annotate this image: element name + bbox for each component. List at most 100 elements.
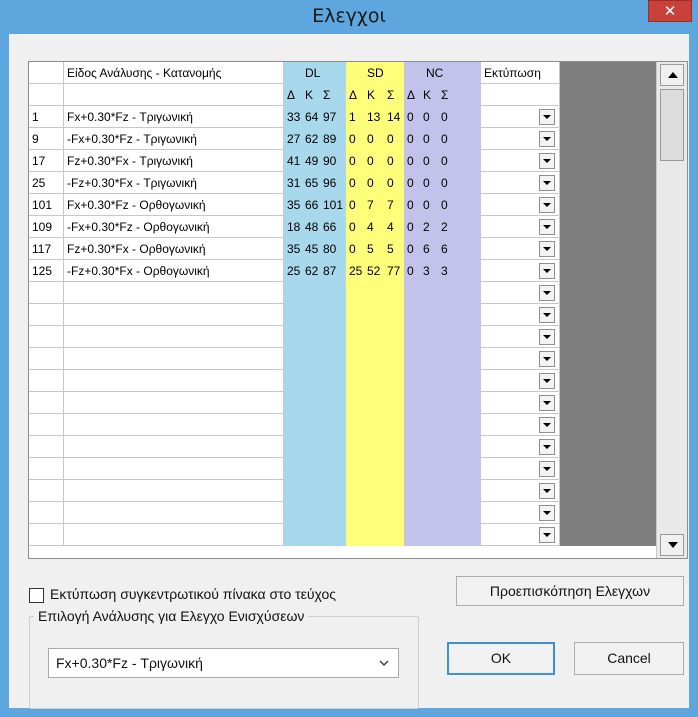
row-id-cell[interactable]: 109 [29,216,64,238]
row-name-cell[interactable]: -Fz+0.30*Fx - Ορθογωνική [64,260,284,282]
row-id-cell[interactable]: 17 [29,150,64,172]
row-id-cell[interactable]: 9 [29,128,64,150]
row-value-cell: 4 [384,216,404,238]
dropdown-arrow-icon[interactable] [539,483,555,499]
scroll-thumb[interactable] [660,89,684,161]
row-name-cell[interactable] [64,392,284,414]
row-name-cell[interactable]: Fz+0.30*Fx - Τριγωνική [64,150,284,172]
row-value-cell: 97 [320,106,346,128]
row-value-cell: 5 [384,238,404,260]
subheader-nc-d: Δ [404,84,420,106]
dropdown-arrow-icon[interactable] [539,351,555,367]
dropdown-arrow-icon[interactable] [539,461,555,477]
row-id-cell[interactable] [29,524,64,546]
row-value-cell: 3 [438,260,456,282]
row-name-cell[interactable] [64,414,284,436]
row-value-cell: 0 [438,172,456,194]
row-name-cell[interactable] [64,436,284,458]
row-name-cell[interactable] [64,304,284,326]
row-name-cell[interactable] [64,458,284,480]
row-id-cell[interactable] [29,502,64,524]
scroll-down-button[interactable] [660,534,684,556]
row-id-cell[interactable] [29,304,64,326]
row-value-cell: 0 [364,172,384,194]
dropdown-arrow-icon[interactable] [539,439,555,455]
row-id-cell[interactable]: 1 [29,106,64,128]
row-id-cell[interactable] [29,436,64,458]
row-name-cell[interactable]: Fx+0.30*Fz - Ορθογωνική [64,194,284,216]
dropdown-arrow-icon[interactable] [539,373,555,389]
scroll-up-button[interactable] [660,64,684,86]
close-button[interactable]: ✕ [648,0,692,22]
header-corner [29,62,64,84]
row-id-cell[interactable] [29,326,64,348]
dropdown-arrow-icon[interactable] [539,307,555,323]
scroll-up-icon [668,72,678,78]
row-name-cell[interactable] [64,348,284,370]
row-value-cell: 27 [284,128,302,150]
analysis-select[interactable]: Fx+0.30*Fz - Τριγωνική [48,648,399,678]
dropdown-arrow-icon[interactable] [539,153,555,169]
row-name-cell[interactable] [64,370,284,392]
subheader-sd-s: Σ [384,84,404,106]
summary-checkbox[interactable] [29,587,44,603]
row-name-cell[interactable]: Fz+0.30*Fx - Ορθογωνική [64,238,284,260]
dropdown-arrow-icon[interactable] [539,175,555,191]
checks-grid[interactable]: Είδος Ανάλυσης - Κατανομής DL SD NC Εκτύπωση… [28,61,688,559]
row-value-cell: 33 [284,106,302,128]
dropdown-arrow-icon[interactable] [539,263,555,279]
row-id-cell[interactable] [29,392,64,414]
row-id-cell[interactable] [29,370,64,392]
row-value-cell: 35 [284,194,302,216]
row-id-cell[interactable]: 117 [29,238,64,260]
dropdown-arrow-icon[interactable] [539,395,555,411]
summary-checkbox-label: Εκτύπωση συγκεντρωτικού πίνακα στο τεύχο… [50,586,337,602]
row-name-cell[interactable]: -Fx+0.30*Fz - Τριγωνική [64,128,284,150]
row-name-cell[interactable] [64,502,284,524]
row-value-cell: 31 [284,172,302,194]
row-id-cell[interactable]: 25 [29,172,64,194]
ok-button[interactable]: OK [447,642,555,675]
row-id-cell[interactable]: 125 [29,260,64,282]
row-value-cell: 6 [438,238,456,260]
row-id-cell[interactable]: 101 [29,194,64,216]
preview-button[interactable]: Προεπισκόπηση Ελεγχων [456,576,684,606]
row-name-cell[interactable]: -Fz+0.30*Fx - Τριγωνική [64,172,284,194]
row-name-cell[interactable] [64,524,284,546]
row-name-cell[interactable] [64,480,284,502]
dropdown-arrow-icon[interactable] [539,329,555,345]
cancel-button[interactable]: Cancel [574,642,684,675]
row-id-cell[interactable] [29,480,64,502]
header-dl: DL [302,62,328,84]
row-name-cell[interactable] [64,282,284,304]
row-id-cell[interactable] [29,414,64,436]
row-value-cell: 2 [438,216,456,238]
title-bar[interactable]: Ελεγχοι ✕ [0,0,698,34]
dropdown-arrow-icon[interactable] [539,417,555,433]
header-analysis-type: Είδος Ανάλυσης - Κατανομής [64,62,284,84]
dropdown-arrow-icon[interactable] [539,131,555,147]
summary-checkbox-row[interactable]: Εκτύπωση συγκεντρωτικού πίνακα στο τεύχο… [29,586,336,604]
row-value-cell: 64 [302,106,320,128]
row-name-cell[interactable]: -Fx+0.30*Fz - Ορθογωνική [64,216,284,238]
row-value-cell: 0 [346,128,364,150]
row-value-cell: 35 [284,238,302,260]
row-name-cell[interactable]: Fx+0.30*Fz - Τριγωνική [64,106,284,128]
dropdown-arrow-icon[interactable] [539,219,555,235]
vertical-scrollbar[interactable] [656,62,687,558]
dropdown-arrow-icon[interactable] [539,285,555,301]
dropdown-arrow-icon[interactable] [539,505,555,521]
dropdown-arrow-icon[interactable] [539,241,555,257]
row-id-cell[interactable] [29,282,64,304]
row-id-cell[interactable] [29,348,64,370]
dropdown-arrow-icon[interactable] [539,527,555,543]
row-value-cell: 7 [364,194,384,216]
row-value-cell: 0 [420,128,438,150]
dropdown-arrow-icon[interactable] [539,197,555,213]
analysis-select-value: Fx+0.30*Fz - Τριγωνική [56,655,203,671]
row-name-cell[interactable] [64,326,284,348]
row-id-cell[interactable] [29,458,64,480]
row-value-cell: 18 [284,216,302,238]
dropdown-arrow-icon[interactable] [539,109,555,125]
row-value-cell: 62 [302,260,320,282]
